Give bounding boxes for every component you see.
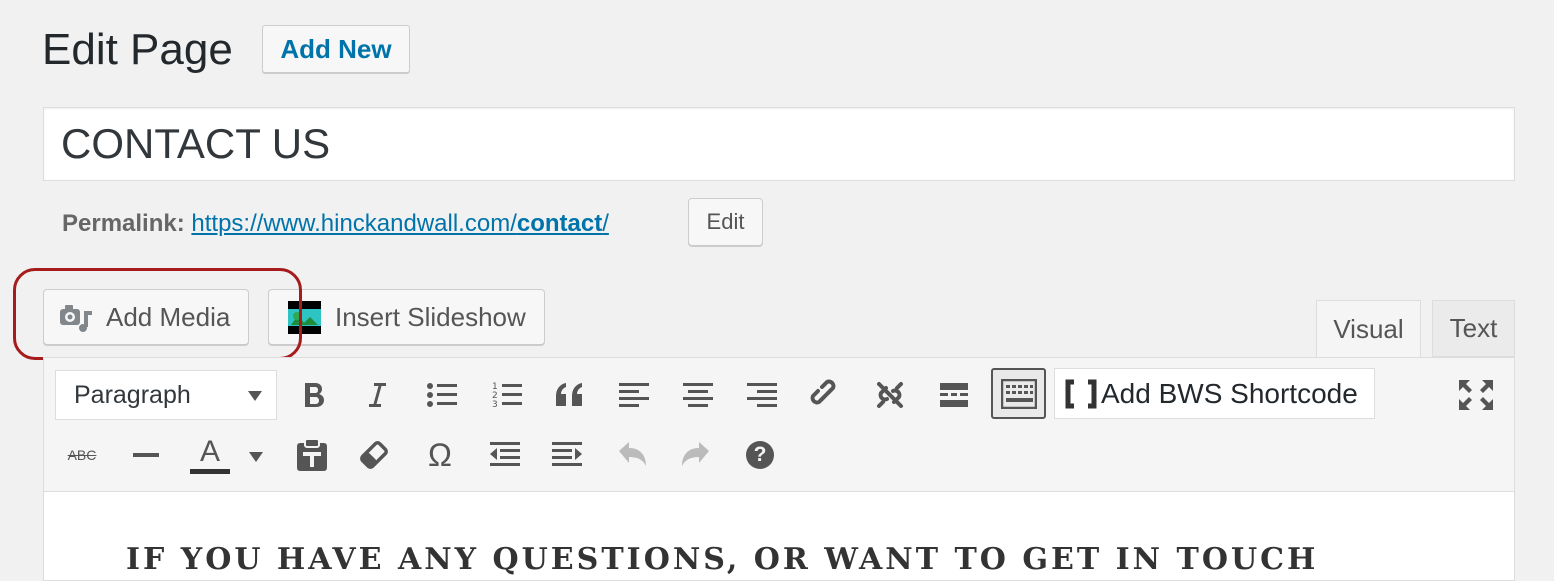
align-right-icon[interactable] (740, 373, 784, 417)
fullscreen-icon[interactable] (1454, 373, 1498, 417)
text-color-icon[interactable]: A (188, 433, 232, 477)
strikethrough-glyph: ABC (67, 447, 97, 463)
help-icon[interactable]: ? (738, 433, 782, 477)
align-center-icon[interactable] (676, 373, 720, 417)
strikethrough-icon[interactable]: ABC (59, 433, 105, 477)
outdent-icon[interactable] (482, 433, 526, 477)
permalink-slug: contact (516, 210, 603, 237)
remove-link-icon[interactable] (868, 373, 912, 417)
insert-slideshow-button[interactable]: Insert Slideshow (268, 289, 545, 345)
tab-text[interactable]: Text (1432, 300, 1515, 357)
redo-icon[interactable] (674, 433, 718, 477)
blockquote-icon[interactable] (548, 373, 592, 417)
permalink-url[interactable]: https://www.hinckandwall.com/contact/ (191, 210, 609, 237)
format-select-value: Paragraph (74, 380, 191, 409)
permalink-label: Permalink: (62, 210, 185, 237)
align-left-icon[interactable] (612, 373, 656, 417)
horizontal-line-icon[interactable] (124, 433, 168, 477)
text-color-glyph: A (199, 434, 220, 468)
italic-icon[interactable] (355, 373, 399, 417)
read-more-icon[interactable] (932, 373, 976, 417)
add-media-highlight-annotation (13, 268, 302, 360)
chevron-down-icon (249, 452, 263, 462)
add-new-button[interactable]: Add New (262, 25, 410, 73)
bold-icon[interactable] (292, 373, 336, 417)
editor-content-area[interactable]: IF YOU HAVE ANY QUESTIONS, OR WANT TO GE… (43, 491, 1515, 581)
permalink-row: Permalink: https://www.hinckandwall.com/… (62, 204, 609, 244)
bws-shortcode-label: Add BWS Shortcode (1101, 377, 1358, 409)
text-color-bar (190, 468, 230, 474)
insert-link-icon[interactable] (804, 373, 848, 417)
indent-icon[interactable] (546, 433, 590, 477)
undo-icon[interactable] (610, 433, 654, 477)
toolbar-toggle-button[interactable] (991, 368, 1046, 419)
text-color-dropdown[interactable] (236, 435, 276, 479)
shortcode-brackets-icon (1065, 379, 1097, 409)
special-character-icon[interactable]: Ω (418, 433, 462, 477)
bulleted-list-icon[interactable] (420, 373, 464, 417)
numbered-list-icon[interactable]: 123 (485, 373, 529, 417)
clear-formatting-icon[interactable] (352, 433, 396, 477)
permalink-url-base: https://www.hinckandwall.com/ (191, 210, 517, 237)
svg-text:3: 3 (492, 400, 498, 409)
permalink-edit-button[interactable]: Edit (688, 198, 763, 246)
chevron-down-icon (248, 391, 262, 401)
toolbar-toggle-icon (1000, 378, 1037, 409)
tab-visual[interactable]: Visual (1316, 300, 1421, 358)
title-input[interactable]: CONTACT US (43, 107, 1515, 181)
permalink-url-tail: / (602, 210, 609, 237)
format-select[interactable]: Paragraph (55, 370, 277, 420)
insert-slideshow-label: Insert Slideshow (335, 301, 526, 332)
add-bws-shortcode-button[interactable]: Add BWS Shortcode (1054, 368, 1375, 419)
page-title: Edit Page (42, 25, 233, 74)
help-glyph: ? (746, 441, 774, 469)
text-color-swatch: A (190, 434, 230, 474)
special-character-glyph: Ω (428, 436, 452, 473)
paste-as-text-icon[interactable] (290, 433, 334, 477)
